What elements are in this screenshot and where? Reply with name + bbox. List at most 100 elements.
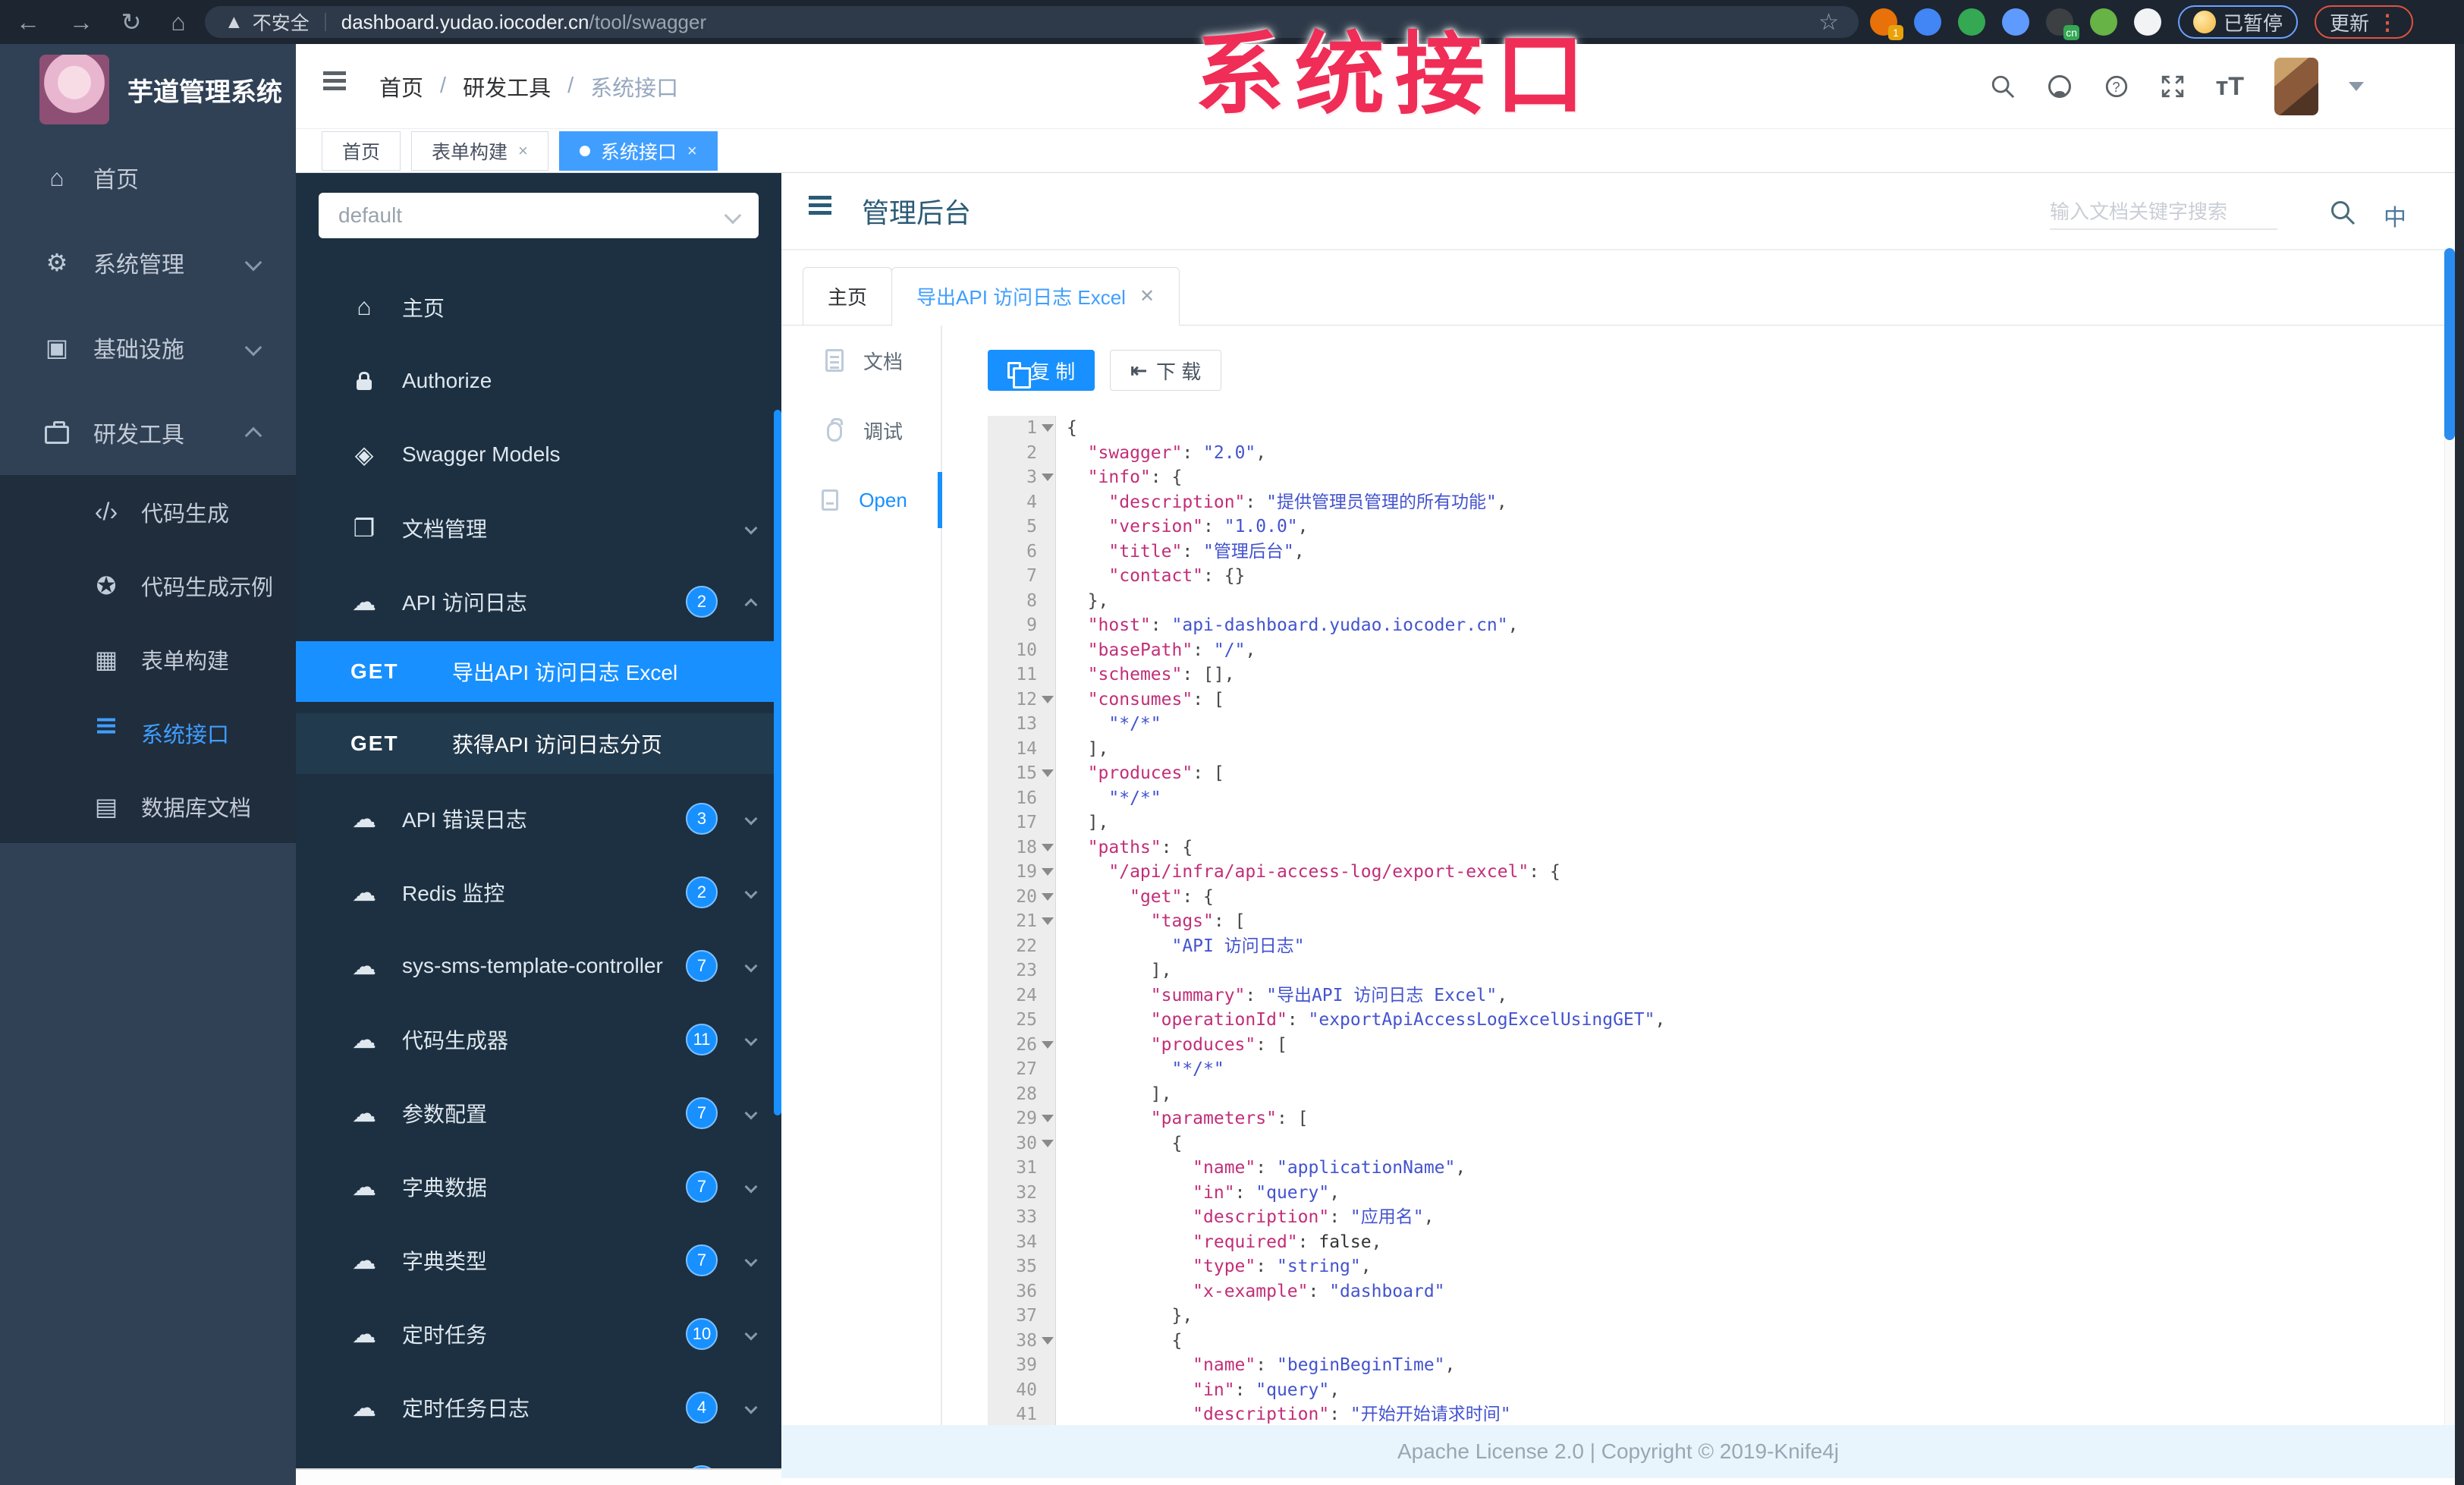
tag-chip-表单构建[interactable]: 表单构建 × <box>411 131 548 171</box>
controller-定时任务日志[interactable]: ☁ 定时任务日志 4 <box>296 1370 781 1444</box>
chevron-up-icon <box>244 426 262 445</box>
doc-tab-主页[interactable]: 主页 <box>803 267 893 325</box>
fold-caret-icon[interactable] <box>1042 892 1054 901</box>
sidebar-item-系统管理[interactable]: ⚙ 系统管理 <box>0 220 296 305</box>
extension-pin-icon[interactable] <box>1914 8 1941 36</box>
fold-caret-icon[interactable] <box>1042 868 1054 876</box>
github-icon[interactable] <box>2046 73 2073 100</box>
browser-home-icon[interactable]: ⌂ <box>162 6 194 38</box>
doc-header: 管理后台 中 <box>781 173 2455 250</box>
doc-search-field[interactable] <box>2050 196 2277 230</box>
address-bar[interactable]: ▲ 不安全 dashboard.yudao.iocoder.cn /tool/s… <box>205 6 1859 38</box>
fold-caret-icon[interactable] <box>1042 1115 1054 1122</box>
fold-caret-icon[interactable] <box>1042 1040 1054 1049</box>
close-icon[interactable]: ✕ <box>1139 285 1155 307</box>
doc-main: 管理后台 中 主页 导出API 访问日志 Excel ✕ 文档调试 Open 复 制 … <box>781 173 2455 1485</box>
close-icon[interactable]: × <box>687 141 697 161</box>
fold-caret-icon[interactable] <box>1042 769 1054 777</box>
sidebar-subitem-数据库文档[interactable]: ▤ 数据库文档 <box>0 769 296 843</box>
line-number: 2 <box>1026 442 1037 463</box>
controller-Redis 监控[interactable]: ☁ Redis 监控 2 <box>296 855 781 929</box>
font-size-icon[interactable]: ᴛT <box>2216 72 2244 102</box>
breadcrumb-item[interactable]: 研发工具 <box>463 71 551 102</box>
fullscreen-icon[interactable] <box>2160 74 2186 99</box>
doc-scroll-track[interactable] <box>2444 440 2455 1425</box>
swagger-nav-文档管理[interactable]: ❐ 文档管理 <box>296 491 781 565</box>
extension-check-icon[interactable] <box>1958 8 1985 36</box>
controller-API 错误日志[interactable]: ☁ API 错误日志 3 <box>296 782 781 855</box>
language-toggle-icon[interactable]: 中 <box>2384 199 2406 232</box>
tag-chip-首页[interactable]: 首页 <box>322 131 401 171</box>
doc-search-input[interactable] <box>2050 196 2277 228</box>
sidebar-item-基础设施[interactable]: ▣ 基础设施 <box>0 305 296 390</box>
fold-caret-icon[interactable] <box>1042 843 1054 851</box>
breadcrumb-item[interactable]: 首页 <box>379 71 423 102</box>
code-line: "*/*" <box>1108 788 1161 808</box>
tab-paused-pill[interactable]: 已暂停 <box>2178 5 2299 39</box>
code-line: "swagger": "2.0", <box>1087 442 1267 463</box>
fold-caret-icon[interactable] <box>1042 424 1054 432</box>
code-line: "produces": [ <box>1087 763 1224 783</box>
fold-caret-icon[interactable] <box>1042 1336 1054 1345</box>
sidebar-item-研发工具[interactable]: 研发工具 <box>0 390 296 475</box>
group-select[interactable]: default <box>319 193 759 238</box>
search-icon[interactable] <box>1990 74 2016 99</box>
download-button[interactable]: ⇤ 下 载 <box>1110 350 1222 391</box>
browser-forward-icon[interactable]: → <box>65 6 97 38</box>
controller-参数配置[interactable]: ☁ 参数配置 7 <box>296 1076 781 1150</box>
avatar[interactable] <box>2274 58 2318 115</box>
browser-back-icon[interactable]: ← <box>12 6 44 38</box>
swagger-nav-主页[interactable]: ⌂ 主页 <box>296 270 781 344</box>
extension-translate-icon[interactable]: cn <box>2046 8 2079 40</box>
code-line: ], <box>1067 738 1109 759</box>
tag-chip-系统接口[interactable]: 系统接口 × <box>558 131 718 171</box>
panel-scrollbar[interactable] <box>774 410 781 1115</box>
doc-tab-导出API 访问日志 Excel[interactable]: 导出API 访问日志 Excel ✕ <box>891 267 1180 326</box>
extension-compass-icon[interactable]: 1 <box>1870 8 1903 40</box>
controller-定时任务[interactable]: ☁ 定时任务 10 <box>296 1297 781 1370</box>
controller-字典类型[interactable]: ☁ 字典类型 7 <box>296 1223 781 1297</box>
controller-代码生成器[interactable]: ☁ 代码生成器 11 <box>296 1002 781 1076</box>
security-label[interactable]: 不安全 <box>253 8 310 36</box>
paused-label: 已暂停 <box>2224 11 2283 35</box>
extension-flower-icon[interactable] <box>2134 8 2161 36</box>
controller-sys-sms-template-controller[interactable]: ☁ sys-sms-template-controller 7 <box>296 929 781 1002</box>
doc-search-icon[interactable] <box>2329 199 2356 226</box>
fold-caret-icon[interactable] <box>1042 695 1054 703</box>
browser-update-pill[interactable]: 更新 ⋮ <box>2315 5 2414 39</box>
code-line: ], <box>1067 813 1109 832</box>
operation-row[interactable]: GET 导出API 访问日志 Excel <box>296 641 775 702</box>
fold-caret-icon[interactable] <box>1042 474 1054 481</box>
editor-code[interactable]: { "swagger": "2.0", "info": { "descripti… <box>1067 416 2417 1425</box>
sidebar-subitem-代码生成示例[interactable]: ✪ 代码生成示例 <box>0 549 296 622</box>
sidebar-item-首页[interactable]: ⌂ 首页 <box>0 135 296 220</box>
doc-sidetab-label: 文档 <box>863 350 903 373</box>
fold-caret-icon[interactable] <box>1042 1139 1054 1147</box>
app-title: 芋道管理系统 <box>127 77 282 107</box>
sidebar-subitem-表单构建[interactable]: ▦ 表单构建 <box>0 622 296 696</box>
sidebar-subitem-系统接口[interactable]: 系统接口 <box>0 696 296 769</box>
swagger-nav-API 访问日志[interactable]: ☁ API 访问日志 2 <box>296 565 781 638</box>
swagger-nav-Swagger Models[interactable]: ◈ Swagger Models <box>296 417 781 491</box>
doc-sidetab-文档[interactable]: 文档 <box>781 326 941 395</box>
window-scrollbar[interactable] <box>2455 44 2464 1485</box>
logo-row[interactable]: 芋道管理系统 <box>0 44 296 135</box>
copy-button[interactable]: 复 制 <box>988 350 1095 391</box>
doc-sidetab-Open[interactable]: Open <box>781 465 942 535</box>
bookmark-star-icon[interactable]: ☆ <box>1818 9 1839 36</box>
close-icon[interactable]: × <box>518 141 528 161</box>
chevron-down-icon[interactable] <box>2349 82 2364 91</box>
doc-sidetab-调试[interactable]: 调试 <box>781 395 941 465</box>
controller-字典数据[interactable]: ☁ 字典数据 7 <box>296 1150 781 1223</box>
operation-row[interactable]: GET 获得API 访问日志分页 <box>296 713 775 774</box>
browser-reload-icon[interactable]: ↻ <box>115 6 147 38</box>
code-editor[interactable]: 1 2 3 4 5 6 7 8 9 10 11 12 13 14 15 16 17 18 19 20 21 22 23 24 2… <box>988 416 2422 1425</box>
doc-scroll-thumb[interactable] <box>2444 248 2455 440</box>
extension-frog-icon[interactable] <box>2090 8 2117 36</box>
fold-caret-icon[interactable] <box>1042 917 1054 925</box>
swagger-nav-Authorize[interactable]: Authorize <box>296 344 781 417</box>
browser-menu-icon[interactable]: ⋮ <box>2377 10 2398 35</box>
sidebar-subitem-代码生成[interactable]: ‹/› 代码生成 <box>0 475 296 549</box>
help-icon[interactable]: ? <box>2104 74 2129 99</box>
extension-grid-icon[interactable] <box>2002 8 2029 36</box>
